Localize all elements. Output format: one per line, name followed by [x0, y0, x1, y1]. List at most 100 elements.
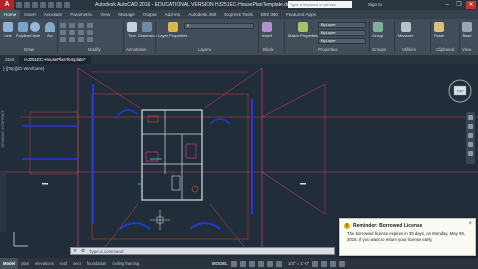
panel-view-label[interactable]: View	[462, 47, 471, 52]
grid-icon[interactable]	[230, 260, 237, 267]
panel-modify-label[interactable]: Modify	[88, 47, 101, 52]
array-icon[interactable]	[78, 37, 84, 42]
tab-add-ins[interactable]: Add-ins	[161, 10, 185, 19]
tab-parametric[interactable]: Parametric	[66, 10, 96, 19]
tab-annotate[interactable]: Annotate	[40, 10, 66, 19]
panel-block-label[interactable]: Block	[263, 47, 274, 52]
layout-tab-sect[interactable]: sect	[70, 258, 84, 269]
layout-tab-plan[interactable]: plan	[18, 258, 32, 269]
panel-annotation-label[interactable]: Annotation	[126, 47, 147, 52]
viewcube-icon[interactable]: TOP	[447, 78, 473, 104]
annotation-scale[interactable]: 1/4" = 1'-0"	[288, 261, 309, 266]
open-icon[interactable]	[24, 2, 30, 8]
undo-icon[interactable]	[56, 2, 62, 8]
isolate-icon[interactable]	[321, 260, 328, 267]
tab-bim-360[interactable]: BIM 360	[257, 10, 282, 19]
fullscreen-icon[interactable]	[330, 260, 337, 267]
minimize-icon[interactable]: –	[442, 1, 452, 9]
customization-icon[interactable]	[339, 260, 346, 267]
panel-layers-label[interactable]: Layers	[198, 47, 211, 52]
command-line[interactable]: ✕ ⚙ Type a command	[70, 247, 335, 255]
offset-icon[interactable]	[87, 37, 93, 42]
plot-icon[interactable]	[48, 2, 54, 8]
line-tool[interactable]: Line	[3, 22, 13, 38]
layout-tab-elevations[interactable]: elevations	[32, 258, 57, 269]
sign-in-button[interactable]: Sign In	[368, 2, 382, 7]
tab-view[interactable]: View	[96, 10, 114, 19]
layout-tab-ceiling-framing[interactable]: ceiling framing	[109, 258, 142, 269]
text-tool[interactable]: Text	[127, 22, 137, 38]
base-view-tool[interactable]: Base	[462, 22, 472, 38]
tab-express-tools[interactable]: Express Tools	[220, 10, 257, 19]
workspace-gear-icon[interactable]	[312, 260, 319, 267]
save-icon[interactable]	[32, 2, 38, 8]
layer-dropdown[interactable]: 0	[184, 23, 254, 29]
tab-insert[interactable]: Insert	[20, 10, 40, 19]
pan-icon[interactable]	[468, 124, 473, 129]
search-input[interactable]: Type a keyword or phrase	[288, 1, 352, 8]
steering-wheel-icon[interactable]	[468, 115, 473, 120]
new-icon[interactable]	[16, 2, 22, 8]
close-icon[interactable]: ✕	[71, 248, 79, 254]
save-as-icon[interactable]	[40, 2, 46, 8]
tab-output[interactable]: Output	[139, 10, 161, 19]
file-tab-houseplan[interactable]: HJ251EC-HousePlanTemplate*	[19, 56, 91, 64]
restore-icon[interactable]: ❐	[454, 1, 464, 9]
tab-manage[interactable]: Manage	[114, 10, 139, 19]
polyline-tool[interactable]: Polyline	[16, 22, 30, 38]
tab-home[interactable]: Home	[0, 10, 21, 19]
tab-featured-apps[interactable]: Featured Apps	[282, 10, 320, 19]
measure-tool[interactable]: Measure	[398, 22, 414, 38]
showmotion-icon[interactable]	[468, 151, 473, 156]
command-input[interactable]: Type a command	[89, 249, 124, 254]
ortho-icon[interactable]	[248, 260, 255, 267]
file-tab-start[interactable]: Start	[0, 56, 19, 64]
explode-icon[interactable]	[87, 30, 93, 35]
tab-autodesk-360[interactable]: Autodesk 360	[184, 10, 220, 19]
orbit-icon[interactable]	[468, 142, 473, 147]
scale-icon[interactable]	[69, 37, 75, 42]
lineweight-icon[interactable]	[275, 260, 282, 267]
tool-palette-strip[interactable]	[0, 172, 6, 232]
snap-icon[interactable]	[239, 260, 246, 267]
window-controls: – ❐ ✕	[442, 1, 476, 9]
lineweight-dropdown[interactable]: ByLayer	[318, 38, 366, 44]
viewport-controls-label[interactable]: [-][Top][2D Wireframe]	[3, 66, 44, 71]
panel-utilities-label[interactable]: Utilities	[402, 47, 416, 52]
erase-icon[interactable]	[87, 23, 93, 28]
copy-icon[interactable]	[60, 30, 66, 35]
match-properties-tool[interactable]: Match Properties	[288, 22, 318, 38]
close-icon[interactable]: ×	[468, 221, 472, 227]
close-icon[interactable]: ✕	[466, 1, 476, 9]
layer-properties-tool[interactable]: Layer Properties	[158, 22, 187, 38]
circle-tool[interactable]: Circle	[30, 22, 40, 38]
linetype-dropdown[interactable]: ByLayer	[318, 30, 366, 36]
group-tool[interactable]: Group	[372, 22, 383, 38]
layout-tab-roof[interactable]: roof	[57, 258, 70, 269]
panel-draw-label[interactable]: Draw	[24, 47, 34, 52]
stretch-icon[interactable]	[60, 37, 66, 42]
arc-tool[interactable]: Arc	[45, 22, 55, 38]
zoom-icon[interactable]	[468, 133, 473, 138]
layout-tab-foundation[interactable]: foundation	[84, 258, 110, 269]
license-notification[interactable]: ! Reminder: Borrowed License × The borro…	[339, 218, 476, 256]
mirror-icon[interactable]	[69, 30, 75, 35]
insert-tool[interactable]: Insert	[262, 22, 272, 38]
osnap-icon[interactable]	[266, 260, 273, 267]
rotate-icon[interactable]	[69, 23, 75, 28]
fillet-icon[interactable]	[78, 30, 84, 35]
model-space-toggle[interactable]: MODEL	[212, 261, 228, 266]
application-menu-button[interactable]: A	[0, 0, 14, 10]
customize-icon[interactable]: ⚙	[79, 248, 87, 254]
panel-divider	[155, 21, 156, 53]
color-dropdown[interactable]: ByLayer	[318, 22, 366, 28]
polar-icon[interactable]	[257, 260, 264, 267]
panel-clipboard-label[interactable]: Clipboard	[436, 47, 454, 52]
paste-tool[interactable]: Paste	[434, 22, 444, 38]
trim-icon[interactable]	[78, 23, 84, 28]
layout-tab-model[interactable]: Model	[0, 258, 19, 269]
panel-groups-label[interactable]: Groups	[372, 47, 386, 52]
move-icon[interactable]	[60, 23, 66, 28]
redo-icon[interactable]	[64, 2, 70, 8]
panel-properties-label[interactable]: Properties	[318, 47, 338, 52]
